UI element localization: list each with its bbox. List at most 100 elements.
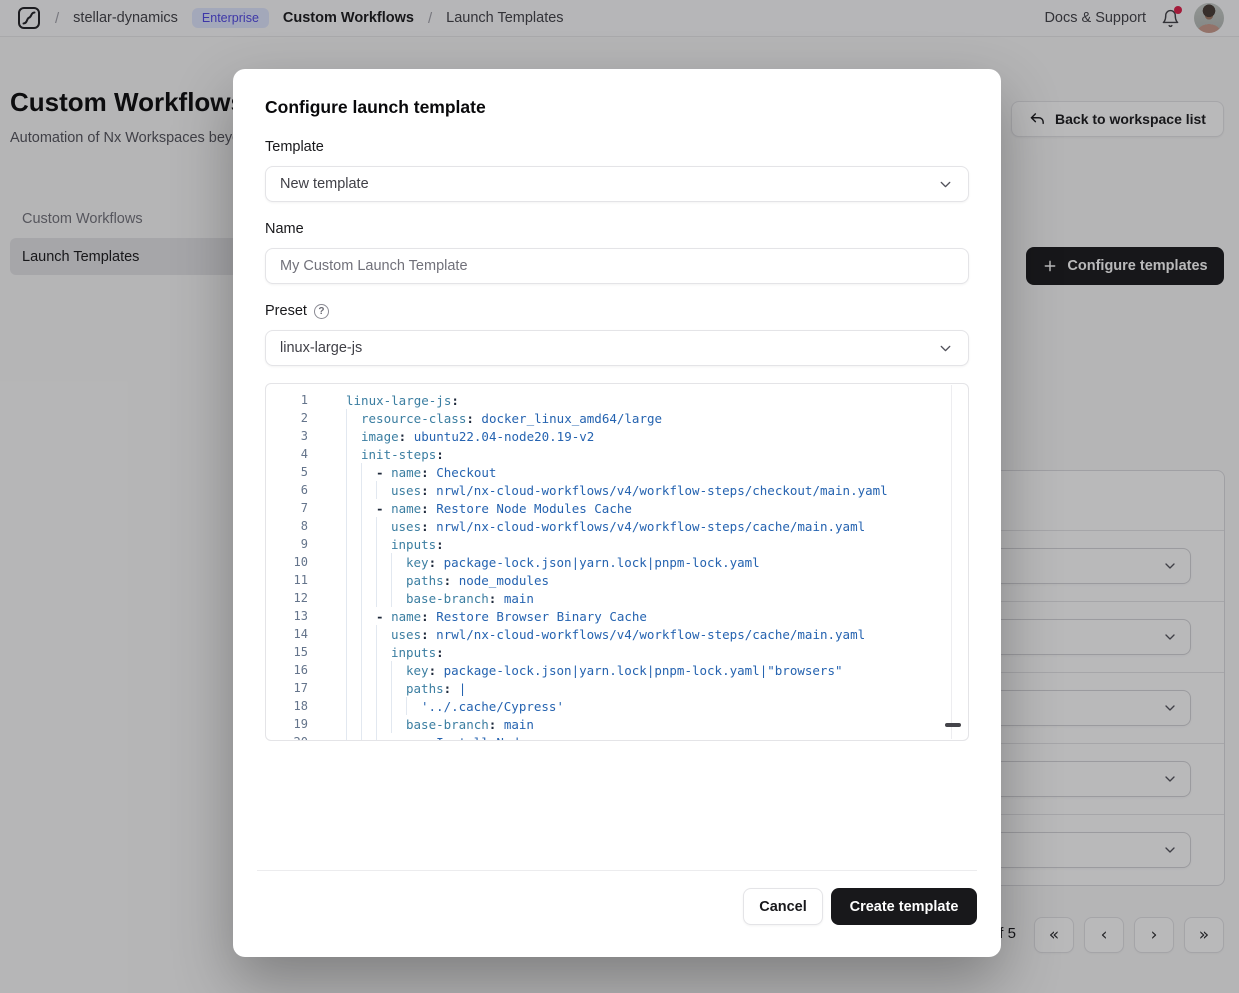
indent-guide	[391, 679, 406, 697]
indent-guide	[391, 589, 406, 607]
template-field-label: Template	[265, 139, 324, 155]
preset-select-value: linux-large-js	[280, 340, 362, 356]
template-select[interactable]: New template	[265, 166, 969, 202]
create-template-button[interactable]: Create template	[831, 888, 977, 925]
cancel-button[interactable]: Cancel	[743, 888, 823, 925]
preset-label-text: Preset	[265, 303, 307, 319]
line-number: 17	[266, 681, 308, 695]
indent-guide	[391, 661, 406, 679]
indent-guide	[376, 553, 391, 571]
line-number: 15	[266, 645, 308, 659]
code-line: 11paths: node_modules	[266, 571, 968, 589]
code-line: 1linux-large-js:	[266, 391, 968, 409]
code-line: 18'../.cache/Cypress'	[266, 697, 968, 715]
line-number: 4	[266, 447, 308, 461]
indent-guide	[361, 553, 376, 571]
code-line: 3image: ubuntu22.04-node20.19-v2	[266, 427, 968, 445]
indent-guide	[346, 553, 361, 571]
indent-guide	[361, 679, 376, 697]
indent-guide	[376, 481, 391, 499]
line-number: 3	[266, 429, 308, 443]
indent-guide	[361, 571, 376, 589]
indent-guide	[376, 697, 391, 715]
line-number: 5	[266, 465, 308, 479]
line-number: 16	[266, 663, 308, 677]
indent-guide	[361, 589, 376, 607]
indent-guide	[376, 571, 391, 589]
line-number: 12	[266, 591, 308, 605]
indent-guide	[361, 643, 376, 661]
line-number: 6	[266, 483, 308, 497]
modal-footer-divider	[257, 870, 977, 871]
code-line: 12base-branch: main	[266, 589, 968, 607]
indent-guide	[361, 697, 376, 715]
indent-guide	[391, 697, 406, 715]
indent-guide	[361, 517, 376, 535]
indent-guide	[391, 571, 406, 589]
code-line: 20name: Install Node	[266, 733, 968, 741]
line-number: 1	[266, 393, 308, 407]
indent-guide	[361, 661, 376, 679]
line-number: 8	[266, 519, 308, 533]
configure-launch-template-modal: Configure launch template Template New t…	[233, 69, 1001, 957]
code-line: 14uses: nrwl/nx-cloud-workflows/v4/workf…	[266, 625, 968, 643]
code-line: 4init-steps:	[266, 445, 968, 463]
indent-guide	[376, 679, 391, 697]
name-field-label: Name	[265, 221, 304, 237]
help-circle-icon[interactable]: ?	[314, 304, 329, 319]
line-number: 19	[266, 717, 308, 731]
indent-guide	[346, 571, 361, 589]
line-number: 10	[266, 555, 308, 569]
code-line: 16key: package-lock.json|yarn.lock|pnpm-…	[266, 661, 968, 679]
indent-guide	[376, 625, 391, 643]
indent-guide	[346, 517, 361, 535]
indent-guide	[361, 463, 376, 481]
indent-guide	[376, 643, 391, 661]
indent-guide	[376, 535, 391, 553]
indent-guide	[346, 733, 361, 741]
code-line: 9inputs:	[266, 535, 968, 553]
chevron-down-icon	[937, 176, 954, 193]
code-line: 7- name: Restore Node Modules Cache	[266, 499, 968, 517]
indent-guide	[361, 535, 376, 553]
indent-guide	[391, 715, 406, 733]
indent-guide	[361, 625, 376, 643]
indent-guide	[346, 661, 361, 679]
indent-guide	[406, 697, 421, 715]
preset-select[interactable]: linux-large-js	[265, 330, 969, 366]
indent-guide	[346, 481, 361, 499]
code-line: 6uses: nrwl/nx-cloud-workflows/v4/workfl…	[266, 481, 968, 499]
indent-guide	[346, 445, 361, 463]
template-select-value: New template	[280, 176, 369, 192]
editor-scrollbar-thumb[interactable]	[945, 723, 961, 727]
line-number: 7	[266, 501, 308, 515]
indent-guide	[376, 733, 391, 741]
editor-scrollbar-track	[951, 385, 952, 739]
indent-guide	[361, 499, 376, 517]
indent-guide	[376, 661, 391, 679]
line-number: 2	[266, 411, 308, 425]
indent-guide	[346, 535, 361, 553]
indent-guide	[346, 715, 361, 733]
indent-guide	[361, 607, 376, 625]
indent-guide	[391, 553, 406, 571]
yaml-code-editor[interactable]: 1linux-large-js:2resource-class: docker_…	[265, 383, 969, 741]
code-line: 10key: package-lock.json|yarn.lock|pnpm-…	[266, 553, 968, 571]
code-line: 8uses: nrwl/nx-cloud-workflows/v4/workfl…	[266, 517, 968, 535]
indent-guide	[346, 697, 361, 715]
indent-guide	[346, 409, 361, 427]
preset-field-label: Preset ?	[265, 303, 329, 319]
line-number: 9	[266, 537, 308, 551]
indent-guide	[346, 589, 361, 607]
code-line: 13- name: Restore Browser Binary Cache	[266, 607, 968, 625]
app-screen: / stellar-dynamics Enterprise Custom Wor…	[0, 0, 1239, 993]
indent-guide	[376, 589, 391, 607]
name-input[interactable]	[265, 248, 969, 284]
line-number: 11	[266, 573, 308, 587]
indent-guide	[346, 679, 361, 697]
code-line: 2resource-class: docker_linux_amd64/larg…	[266, 409, 968, 427]
line-number: 13	[266, 609, 308, 623]
line-number: 18	[266, 699, 308, 713]
indent-guide	[361, 733, 376, 741]
indent-guide	[346, 607, 361, 625]
